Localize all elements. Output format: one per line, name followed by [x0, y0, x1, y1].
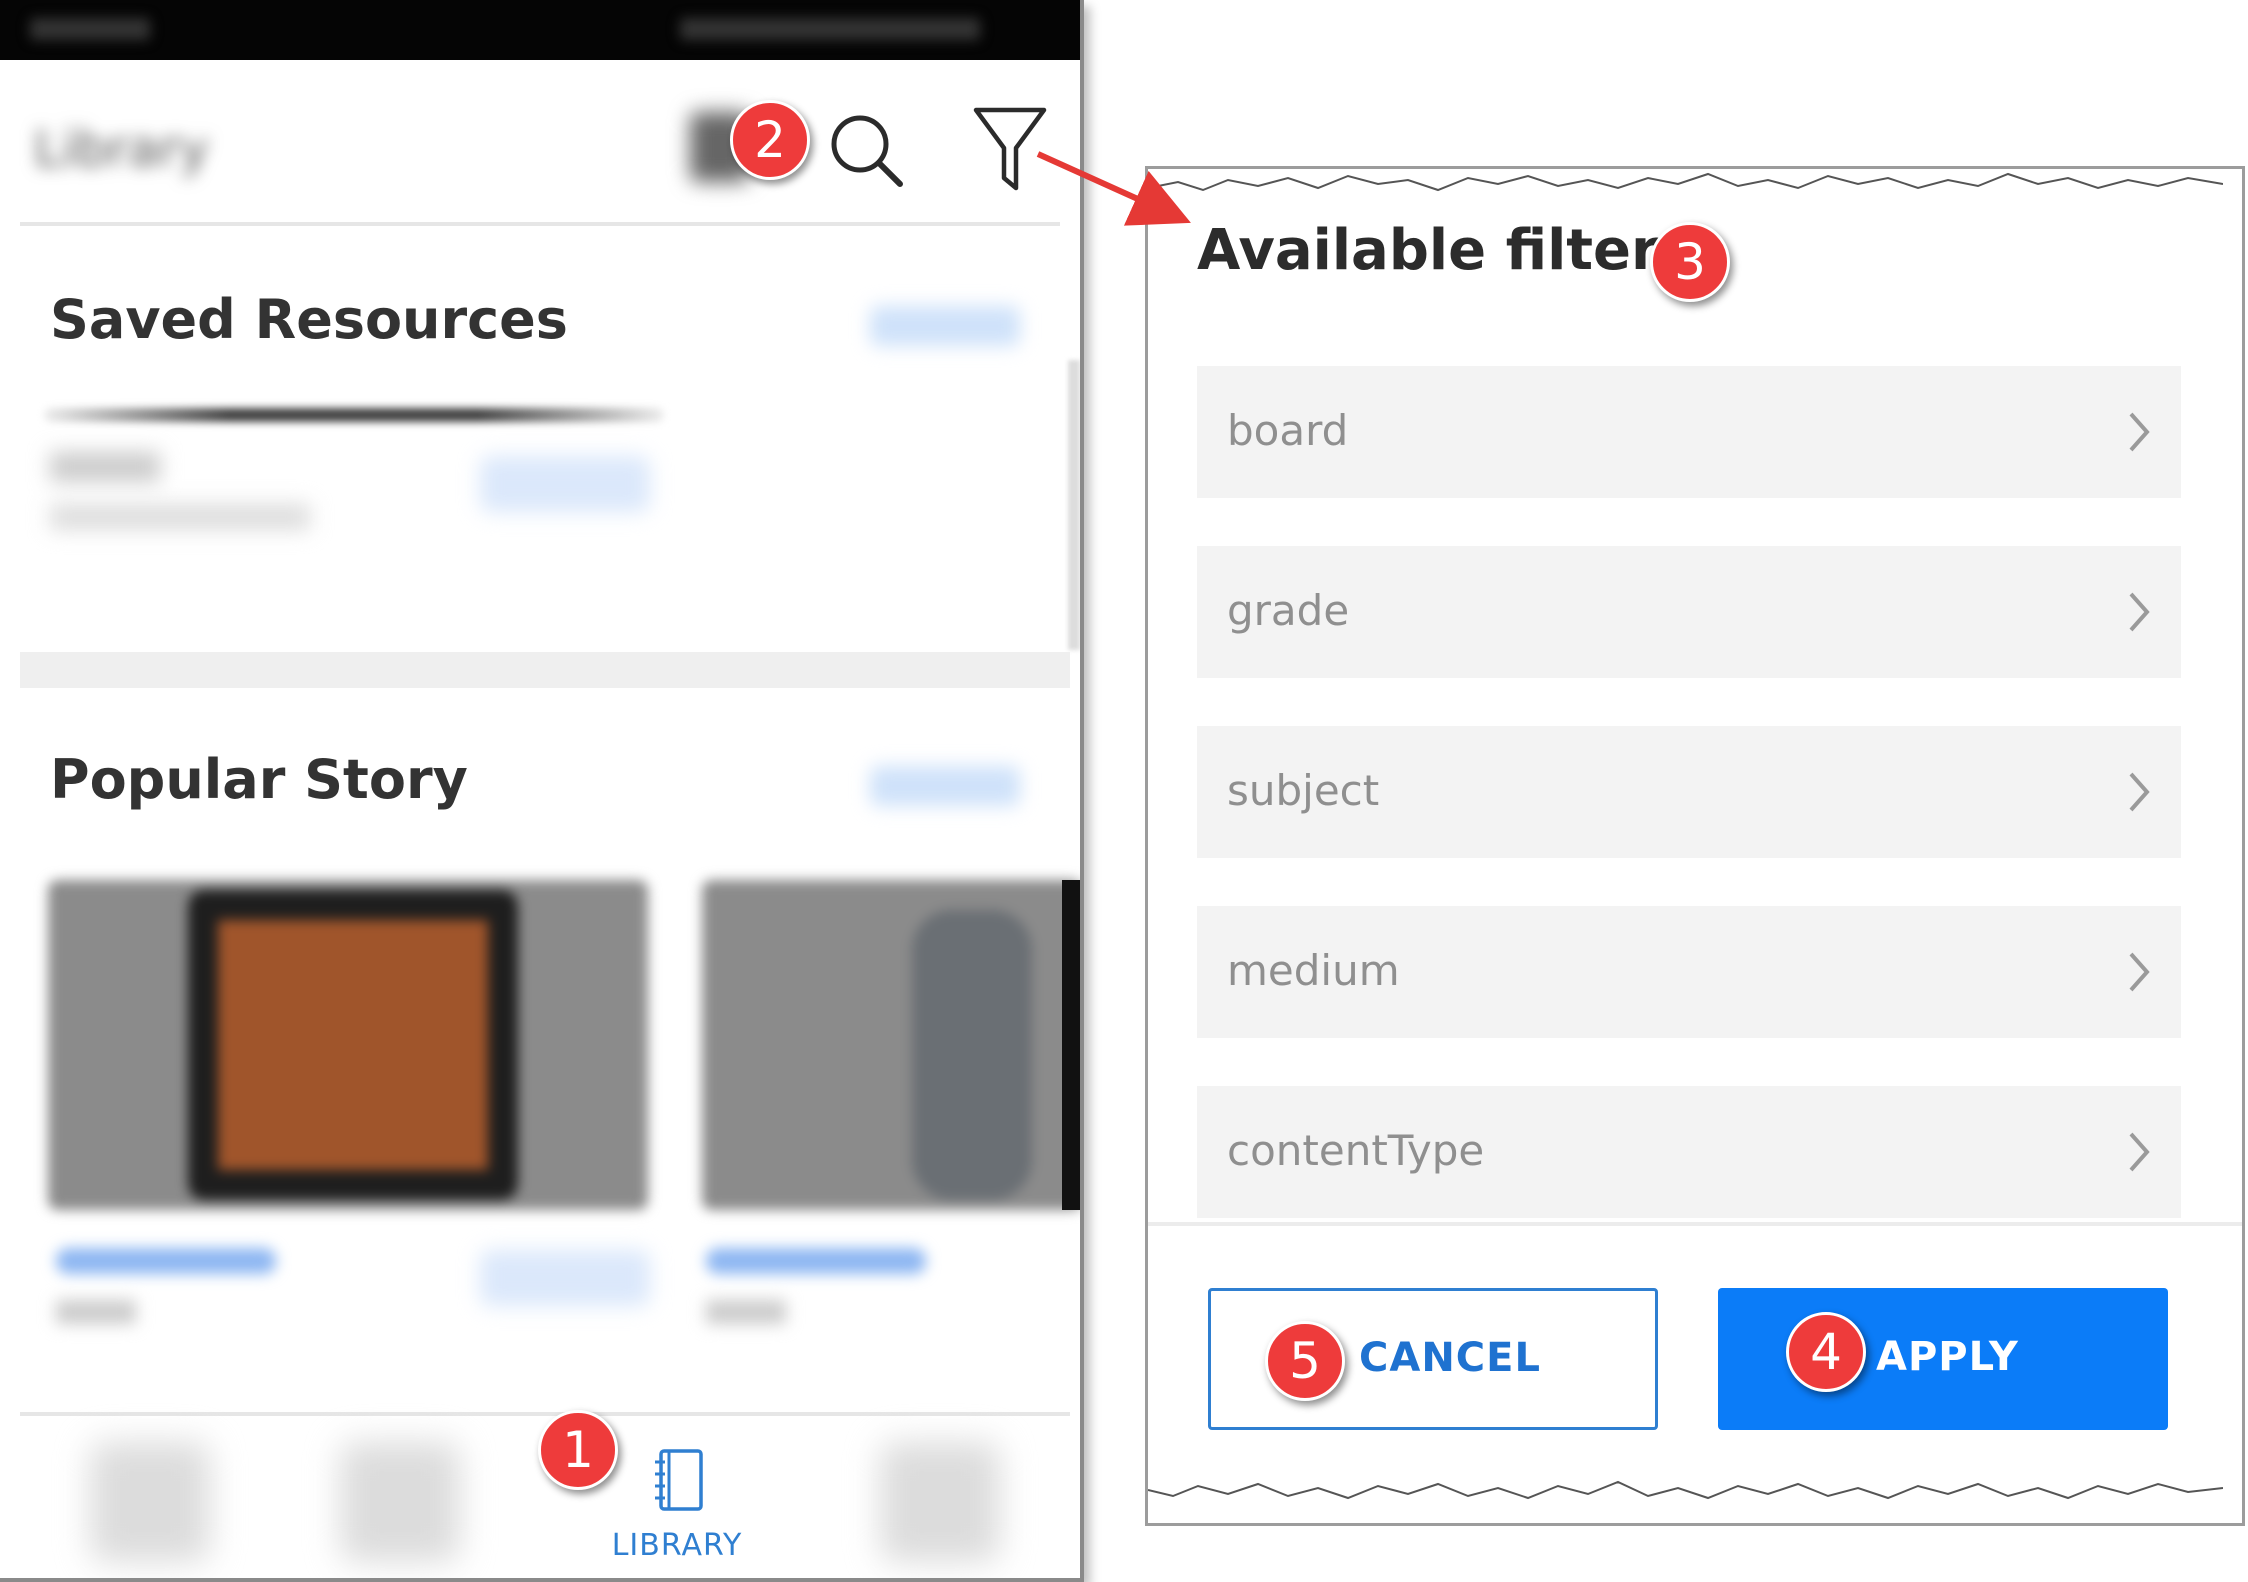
star-rating: [706, 1248, 926, 1274]
annotation-marker: 1: [538, 1410, 618, 1490]
annotation-arrow-icon: [1036, 151, 1191, 226]
cancel-button-label: CANCEL: [1359, 1335, 1541, 1381]
chevron-right-icon: [2129, 952, 2150, 992]
nav-item-profile[interactable]: [880, 1442, 1000, 1562]
filter-row-contenttype[interactable]: contentType: [1197, 1086, 2181, 1218]
view-all-saved-link[interactable]: [870, 306, 1020, 346]
filter-row-grade[interactable]: grade: [1197, 546, 2181, 678]
filter-row-subject[interactable]: subject: [1197, 726, 2181, 858]
bottom-nav-divider: [20, 1412, 1070, 1416]
section-separator: [20, 652, 1070, 688]
nav-item-courses[interactable]: [340, 1442, 460, 1562]
dialog-title: Available filters: [1197, 218, 1692, 283]
star-rating: [56, 1248, 276, 1274]
story-thumbnail-image: [218, 920, 488, 1170]
scrollbar[interactable]: [1068, 360, 1080, 650]
torn-edge-bottom: [1148, 1480, 2223, 1500]
annotation-marker: 4: [1786, 1312, 1866, 1392]
filter-label: grade: [1227, 586, 1350, 635]
chevron-right-icon: [2129, 1132, 2150, 1172]
saved-resource-card-button[interactable]: [480, 456, 650, 512]
annotation-marker: 3: [1650, 222, 1730, 302]
phone-screen: Library Saved Resources Popular Story LI…: [0, 0, 1084, 1582]
annotation-marker: 2: [730, 100, 810, 180]
saved-resource-card-subtitle: [50, 504, 310, 530]
saved-resource-card-title: [50, 452, 160, 482]
chevron-right-icon: [2129, 772, 2150, 812]
filter-label: board: [1227, 406, 1349, 455]
section-title-popular-story: Popular Story: [50, 748, 468, 811]
filter-row-medium[interactable]: medium: [1197, 906, 2181, 1038]
apply-button[interactable]: APPLY: [1718, 1288, 2168, 1430]
dialog-footer-divider: [1148, 1222, 2242, 1226]
search-icon[interactable]: [826, 110, 906, 190]
filter-label: contentType: [1227, 1126, 1485, 1175]
torn-edge-top: [1148, 172, 2223, 192]
status-bar-time: [30, 18, 150, 40]
notebook-icon: [655, 1449, 703, 1511]
nav-item-library-label: LIBRARY: [611, 1528, 743, 1563]
chevron-right-icon: [2129, 592, 2150, 632]
story-card-subtitle: [56, 1300, 136, 1324]
next-arrow-strip[interactable]: [1062, 880, 1080, 1210]
apply-button-label: APPLY: [1876, 1334, 2019, 1380]
filter-label: subject: [1227, 766, 1380, 815]
story-card-subtitle: [706, 1300, 786, 1324]
chevron-right-icon: [2129, 412, 2150, 452]
header-divider: [20, 222, 1060, 226]
view-all-popular-link[interactable]: [870, 766, 1020, 806]
filter-row-board[interactable]: board: [1197, 366, 2181, 498]
app-header: Library: [0, 60, 1080, 225]
status-bar-icons: [680, 18, 980, 40]
story-card[interactable]: [48, 880, 648, 1210]
story-card[interactable]: [702, 880, 1080, 1210]
status-bar: [0, 0, 1080, 60]
story-thumbnail-image: [912, 910, 1032, 1200]
story-card-button[interactable]: [480, 1250, 650, 1306]
annotation-marker: 5: [1265, 1321, 1345, 1401]
filter-label: medium: [1227, 946, 1400, 995]
section-title-saved-resources: Saved Resources: [50, 288, 568, 351]
page-title: Library: [34, 120, 209, 178]
nav-item-home[interactable]: [90, 1442, 210, 1562]
saved-resource-card-image: [44, 408, 664, 422]
